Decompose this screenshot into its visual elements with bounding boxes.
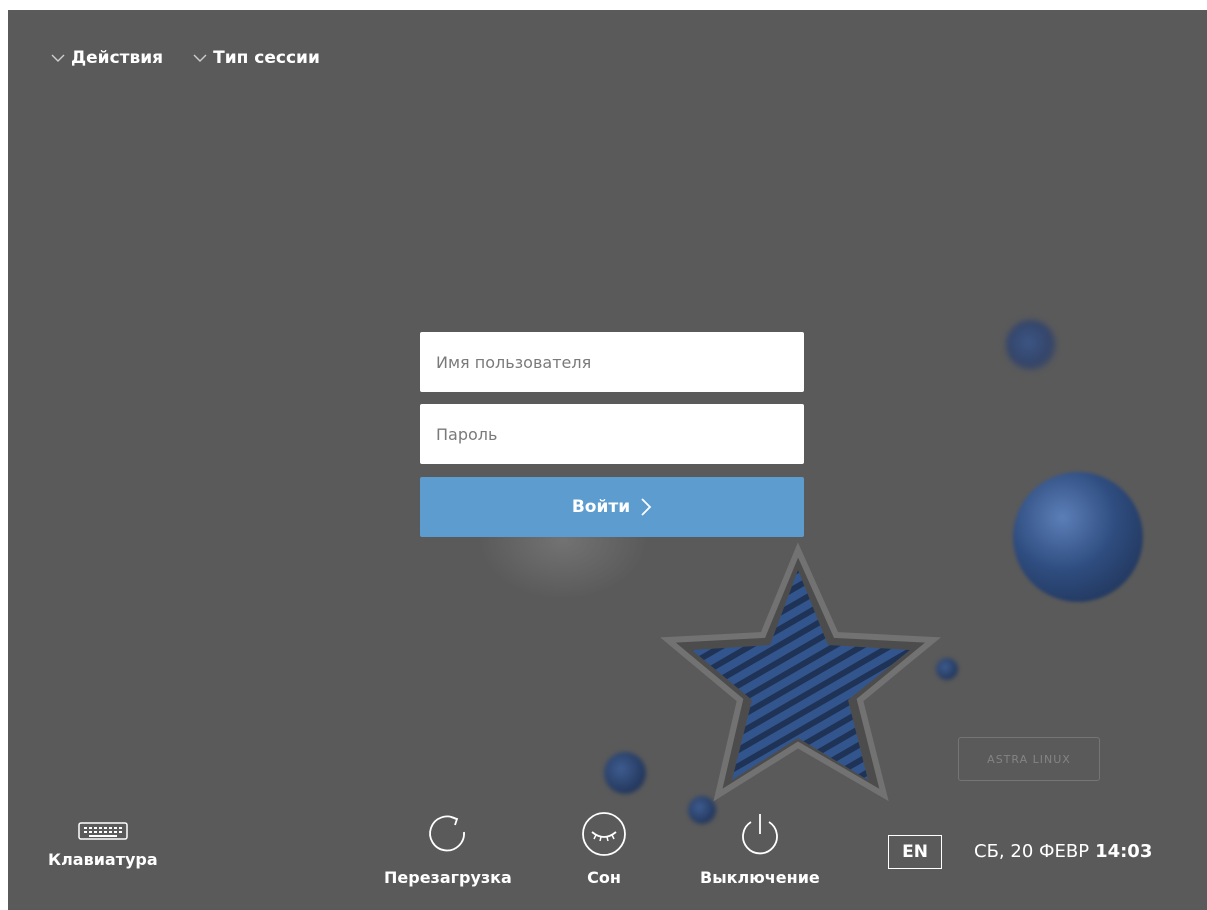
astra-logo-text: ASTRA LINUX bbox=[987, 752, 1071, 766]
chevron-right-icon bbox=[641, 498, 652, 516]
power-label: Выключение bbox=[700, 868, 820, 887]
time-label: 14:03 bbox=[1095, 841, 1153, 862]
background-sphere-small bbox=[1006, 320, 1056, 370]
sleep-button[interactable]: Сон bbox=[580, 810, 628, 887]
reload-icon bbox=[429, 815, 465, 852]
login-button-label: Войти bbox=[571, 497, 631, 517]
power-icon bbox=[741, 814, 778, 855]
sleep-label: Сон bbox=[587, 868, 621, 887]
language-indicator[interactable]: EN bbox=[888, 835, 942, 869]
date-label: СБ, 20 ФЕВР bbox=[974, 841, 1090, 862]
actions-menu[interactable]: Действия bbox=[51, 48, 163, 68]
chevron-down-icon bbox=[51, 54, 65, 62]
clock: СБ, 20 ФЕВР 14:03 bbox=[974, 841, 1152, 862]
top-menu: Действия Тип сессии bbox=[51, 48, 320, 68]
username-field-container bbox=[420, 332, 804, 392]
chevron-down-icon bbox=[193, 54, 207, 62]
power-button[interactable]: Выключение bbox=[700, 810, 820, 887]
keyboard-button[interactable]: Клавиатура bbox=[48, 822, 158, 869]
session-type-menu[interactable]: Тип сессии bbox=[193, 48, 320, 68]
password-input[interactable] bbox=[434, 423, 790, 445]
password-field-container bbox=[420, 404, 804, 464]
login-button[interactable]: Войти bbox=[420, 477, 804, 537]
actions-menu-label: Действия bbox=[71, 48, 164, 68]
language-label: EN bbox=[902, 842, 928, 862]
background-star-image bbox=[660, 542, 941, 802]
sleep-icon bbox=[582, 812, 626, 856]
background-sphere-tiny bbox=[604, 752, 646, 794]
keyboard-icon bbox=[78, 822, 128, 840]
astra-linux-logo: ASTRA LINUX bbox=[958, 737, 1100, 781]
session-type-menu-label: Тип сессии bbox=[213, 48, 320, 68]
keyboard-label: Клавиатура bbox=[48, 850, 158, 869]
reboot-button[interactable]: Перезагрузка bbox=[384, 810, 512, 887]
username-input[interactable] bbox=[434, 351, 790, 373]
reboot-label: Перезагрузка bbox=[384, 868, 512, 887]
login-screen: ASTRA LINUX Действия Тип сессии Войти bbox=[8, 10, 1207, 910]
background-sphere-tiny bbox=[936, 658, 958, 680]
background-sphere-large bbox=[1013, 472, 1143, 602]
